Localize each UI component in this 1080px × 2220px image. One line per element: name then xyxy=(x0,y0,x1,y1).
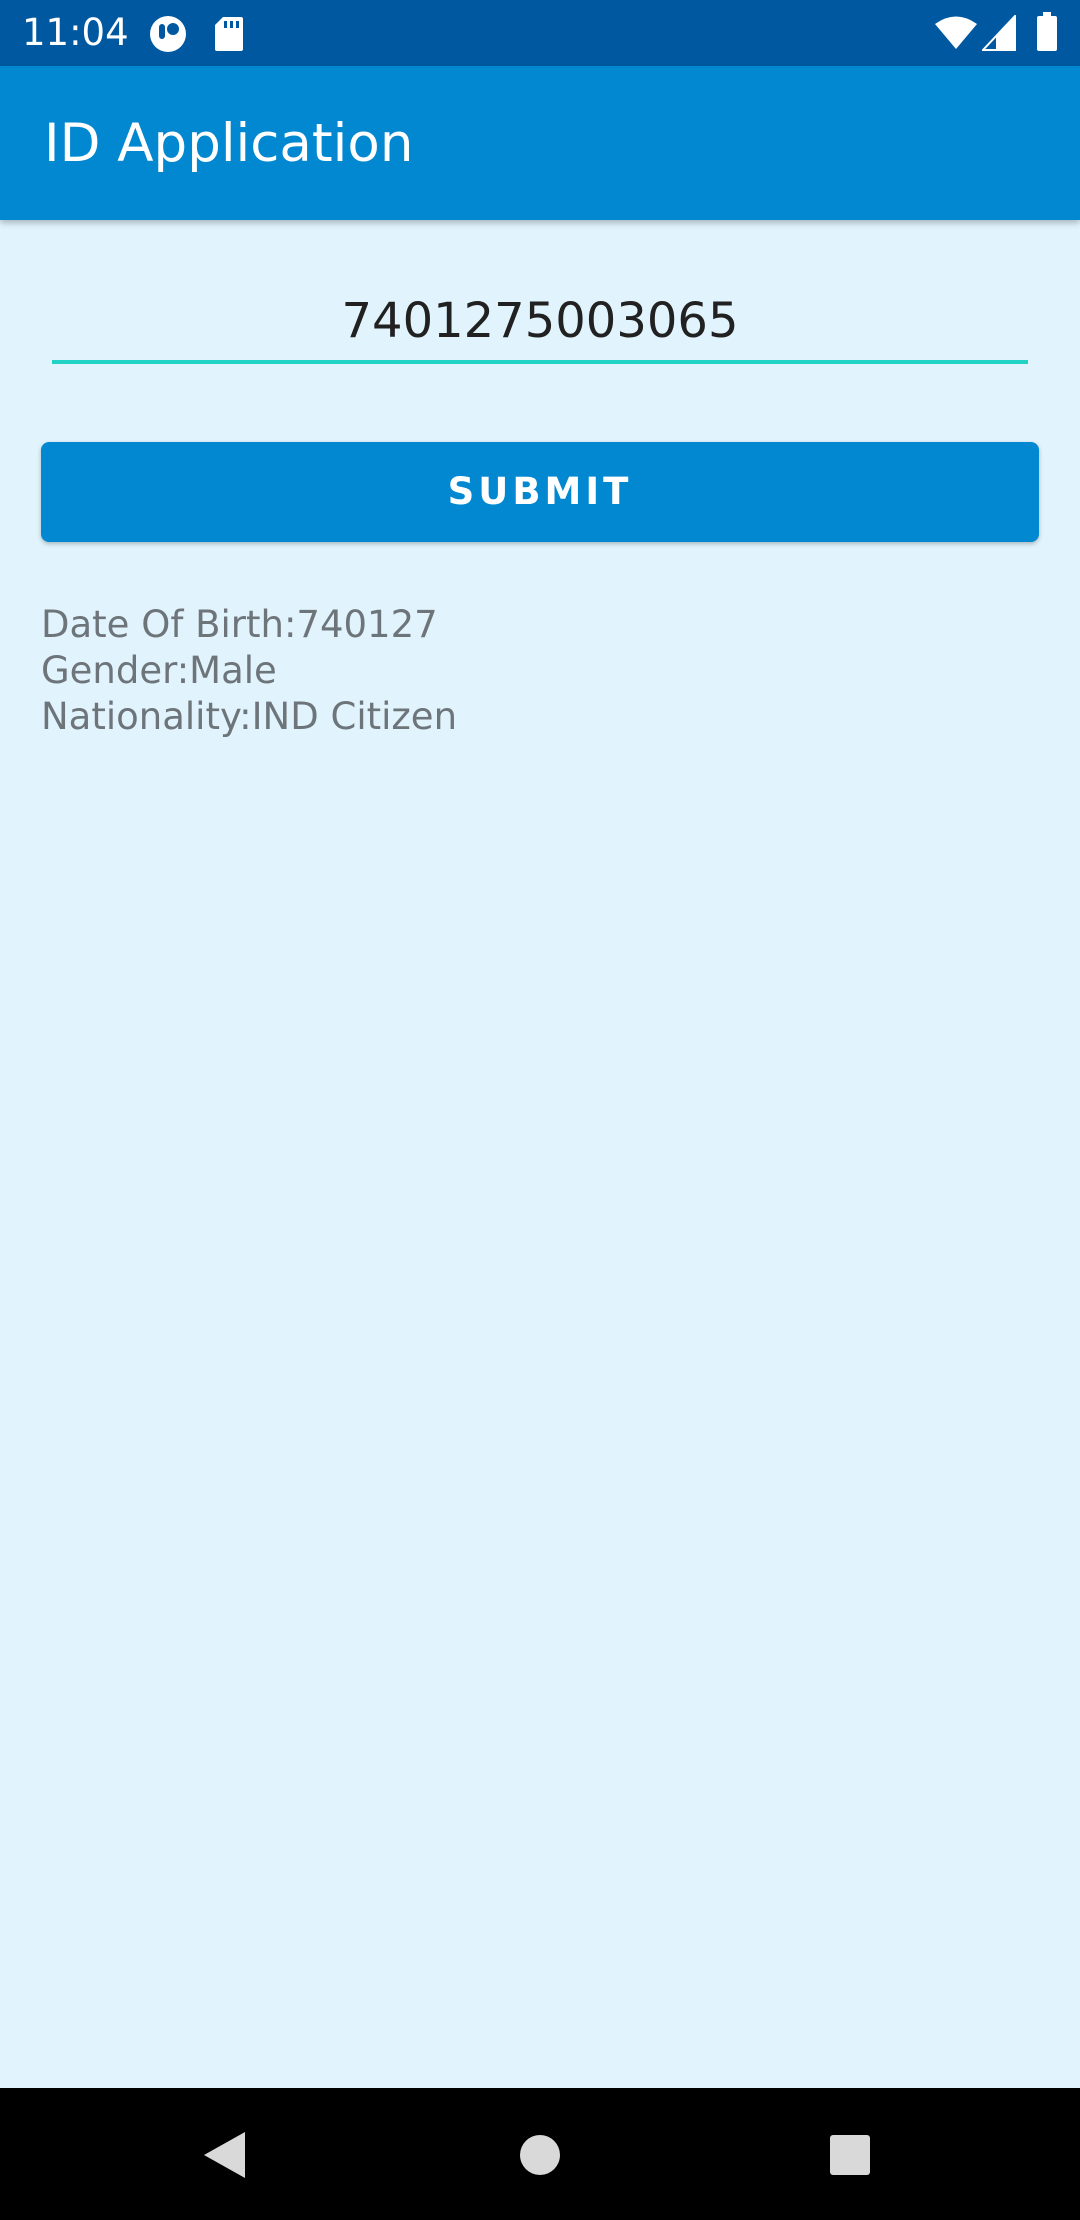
battery-icon xyxy=(1036,12,1058,56)
wifi-icon xyxy=(934,15,978,55)
gender-text: Gender:Male xyxy=(41,649,277,692)
app-bar: ID Application xyxy=(0,66,1080,220)
nationality-text: Nationality:IND Citizen xyxy=(41,695,458,738)
result-panel: Date Of Birth:740127 Gender:Male Nationa… xyxy=(41,602,1031,740)
id-number-field[interactable] xyxy=(52,282,1028,366)
status-time: 11:04 xyxy=(22,11,129,54)
page-title: ID Application xyxy=(44,113,414,174)
navigation-bar xyxy=(0,2088,1080,2220)
input-underline xyxy=(52,360,1028,364)
app-notification-icon xyxy=(148,14,188,58)
back-icon[interactable] xyxy=(200,2130,248,2184)
id-number-input[interactable] xyxy=(52,282,1028,360)
recents-icon[interactable] xyxy=(828,2133,872,2181)
submit-button[interactable]: SUBMIT xyxy=(41,442,1039,542)
date-of-birth-text: Date Of Birth:740127 xyxy=(41,603,438,646)
home-icon[interactable] xyxy=(518,2133,562,2181)
cell-signal-icon xyxy=(980,13,1016,55)
status-bar: 11:04 xyxy=(0,0,1080,66)
sd-card-icon xyxy=(214,16,244,56)
